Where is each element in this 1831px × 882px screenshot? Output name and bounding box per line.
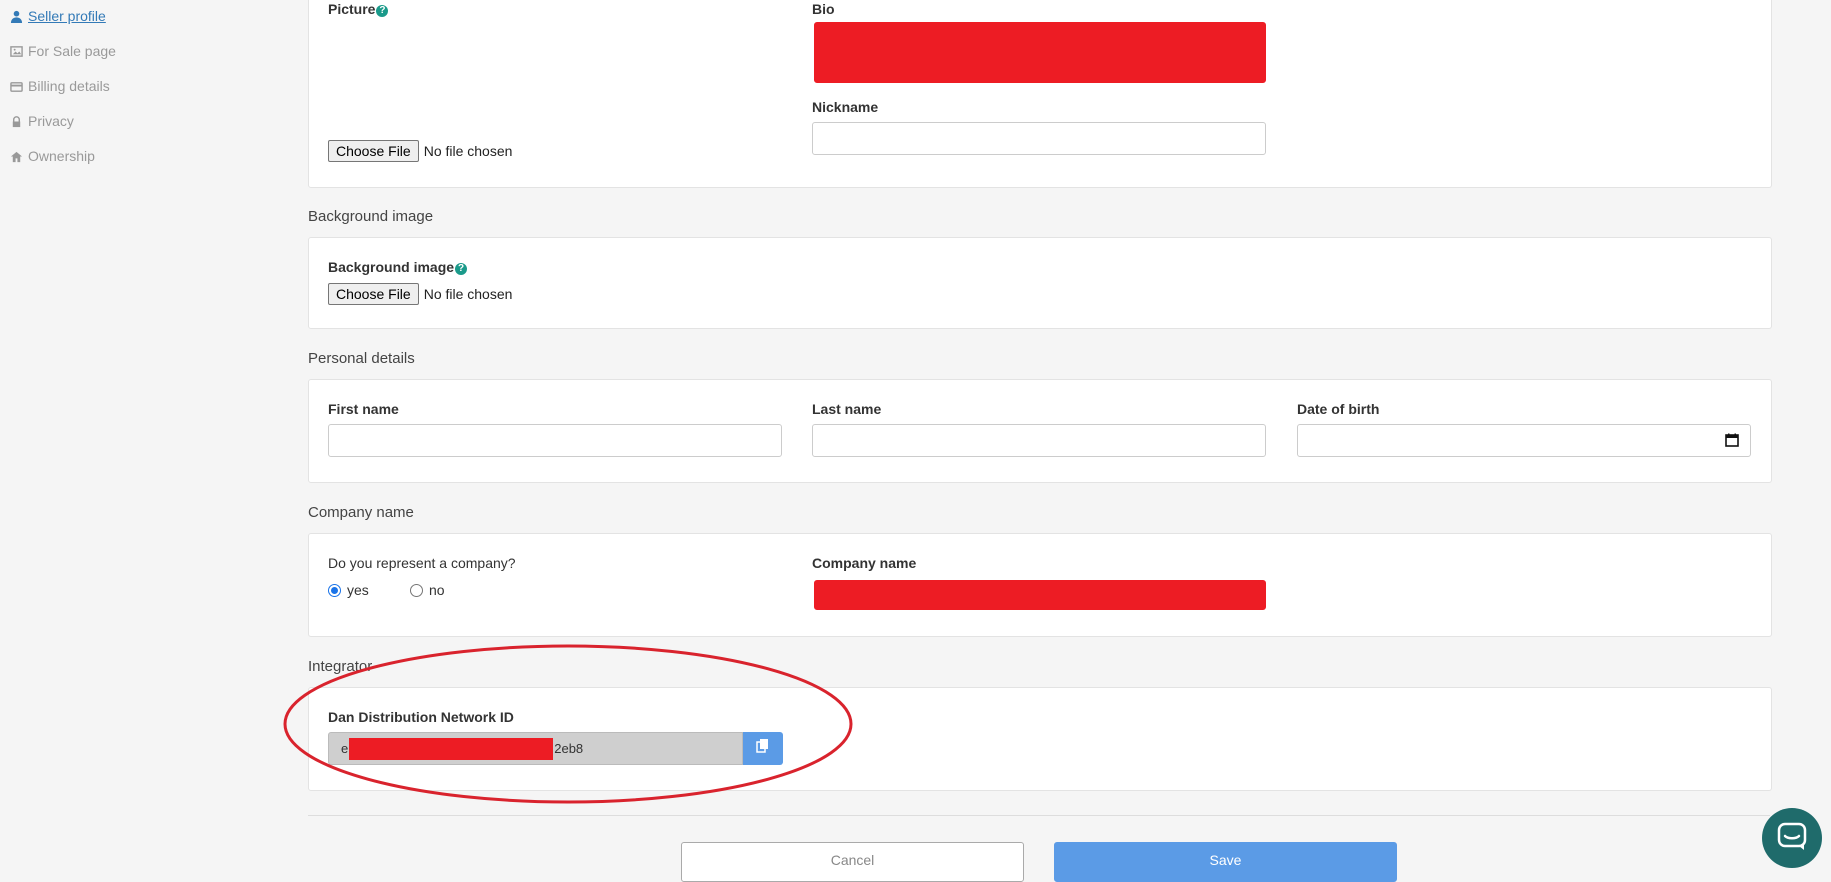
integrator-section-title: Integrator (308, 658, 373, 675)
cancel-button[interactable]: Cancel (681, 842, 1024, 882)
lock-icon (9, 114, 23, 128)
first-name-field[interactable] (328, 424, 782, 457)
represent-company-question: Do you represent a company? (328, 555, 516, 571)
sidebar-item-label: Ownership (28, 148, 95, 164)
date-of-birth-label: Date of birth (1297, 401, 1380, 417)
background-image-label-text: Background image (328, 259, 455, 275)
radio-yes[interactable]: yes (328, 582, 369, 598)
company-section-title: Company name (308, 504, 414, 521)
choose-file-button[interactable]: Choose File (328, 283, 419, 305)
background-section-title: Background image (308, 208, 434, 225)
first-name-label: First name (328, 401, 399, 417)
picture-label-text: Picture (328, 1, 376, 17)
sidebar-item-billing-details[interactable]: Billing details (9, 75, 110, 97)
credit-card-icon (9, 79, 23, 93)
picture-icon (9, 44, 23, 58)
nickname-field[interactable] (812, 122, 1266, 155)
calendar-icon[interactable] (1725, 433, 1739, 452)
integrator-panel: Dan Distribution Network ID e 2eb8 (308, 687, 1772, 791)
help-icon[interactable]: ? (376, 5, 389, 17)
save-button[interactable]: Save (1054, 842, 1397, 882)
picture-file-input: Choose File No file chosen (328, 140, 512, 162)
last-name-label: Last name (812, 401, 882, 417)
background-image-label: Background image? (328, 259, 468, 275)
sidebar-item-label: Billing details (28, 78, 110, 94)
personal-panel: First name Last name Date of birth (308, 379, 1772, 483)
help-icon[interactable]: ? (455, 263, 468, 275)
sidebar-item-ownership[interactable]: Ownership (9, 145, 95, 167)
user-icon (9, 9, 23, 23)
personal-section-title: Personal details (308, 350, 415, 367)
radio-no[interactable]: no (410, 582, 445, 598)
company-panel: Do you represent a company? yes no Compa… (308, 533, 1772, 637)
company-name-field[interactable] (814, 580, 1266, 610)
radio-no-label: no (429, 582, 445, 598)
company-name-label: Company name (812, 555, 917, 571)
copy-button[interactable] (743, 732, 783, 765)
sidebar-item-for-sale-page[interactable]: For Sale page (9, 40, 116, 62)
radio-no-button[interactable] (410, 583, 423, 597)
sidebar: Seller profile For Sale page Billing det… (0, 0, 300, 865)
bio-field[interactable] (814, 22, 1266, 83)
sidebar-item-privacy[interactable]: Privacy (9, 110, 74, 132)
background-panel: Background image? Choose File No file ch… (308, 237, 1772, 329)
sidebar-item-seller-profile[interactable]: Seller profile (9, 5, 106, 27)
chat-icon (1777, 821, 1807, 856)
network-id-field[interactable]: e 2eb8 (328, 732, 743, 765)
background-file-input: Choose File No file chosen (328, 283, 512, 305)
sidebar-item-label: For Sale page (28, 43, 116, 59)
file-status: No file chosen (423, 286, 513, 302)
form-divider (308, 815, 1770, 816)
file-status: No file chosen (423, 143, 513, 159)
network-id-redaction (349, 737, 554, 760)
sidebar-item-label: Privacy (28, 113, 74, 129)
last-name-field[interactable] (812, 424, 1266, 457)
choose-file-button[interactable]: Choose File (328, 140, 419, 162)
network-id-suffix: 2eb8 (554, 741, 584, 756)
picture-label: Picture? (328, 1, 389, 17)
sidebar-item-label: Seller profile (28, 8, 106, 24)
nickname-label: Nickname (812, 99, 879, 115)
chat-widget-button[interactable] (1762, 808, 1822, 868)
radio-yes-button[interactable] (328, 583, 341, 597)
profile-panel: Picture? Choose File No file chosen Bio … (308, 0, 1772, 188)
network-id-prefix: e (341, 741, 349, 756)
date-of-birth-field[interactable] (1297, 424, 1751, 457)
radio-yes-label: yes (347, 582, 369, 598)
copy-icon (756, 738, 770, 759)
bio-label: Bio (812, 1, 835, 17)
network-id-label: Dan Distribution Network ID (328, 709, 514, 725)
home-icon (9, 149, 23, 163)
